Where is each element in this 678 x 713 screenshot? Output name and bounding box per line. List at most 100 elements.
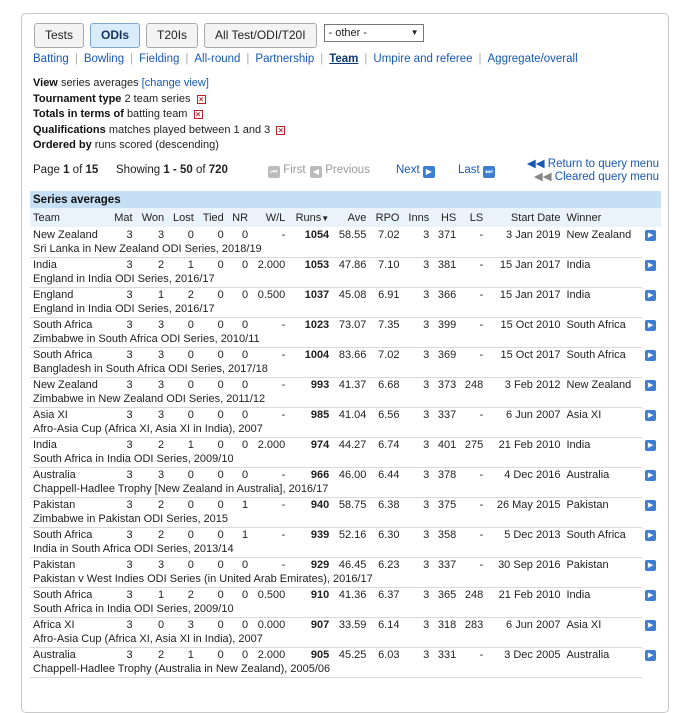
team-link[interactable]: New Zealand [30,227,109,242]
cell-mat: 3 [126,289,133,302]
team-link[interactable]: South Africa [30,347,109,362]
col-wl[interactable]: W/L [251,208,289,227]
cell-winner[interactable]: Asia XI [563,617,642,632]
change-view-link[interactable]: [change view] [142,77,209,89]
nav-all-round[interactable]: All-round [194,53,240,65]
tab-t20is[interactable]: T20Is [146,23,199,48]
col-runs[interactable]: Runs▼ [288,208,333,227]
series-name-link[interactable]: England in India ODI Series, 2016/17 [30,272,643,288]
expand-row-icon[interactable]: ▶ [645,290,657,301]
col-team[interactable]: Team [30,208,109,227]
expand-row-icon[interactable]: ▶ [645,410,657,421]
remove-filter-icon[interactable]: × [193,110,203,119]
col-inns[interactable]: Inns [402,208,433,227]
expand-row-icon[interactable]: ▶ [645,440,657,451]
expand-row-icon[interactable]: ▶ [645,470,657,481]
team-link[interactable]: England [30,287,109,302]
cell-winner[interactable]: South Africa [563,317,642,332]
cell-winner[interactable]: India [563,257,642,272]
team-link[interactable]: Pakistan [30,557,109,572]
cell-winner[interactable]: New Zealand [563,377,642,392]
cell-winner[interactable]: Pakistan [563,497,642,512]
col-lost[interactable]: Lost [167,208,197,227]
cell-winner[interactable]: Australia [563,647,642,662]
nav-umpire-referee[interactable]: Umpire and referee [373,53,472,65]
nav-team[interactable]: Team [329,53,358,65]
cleared-query-link[interactable]: ◀◀ Cleared query menu [527,171,659,184]
cell-nr: 0 [241,349,249,362]
col-ave[interactable]: Ave [332,208,370,227]
expand-row-icon[interactable]: ▶ [645,260,657,271]
team-link[interactable]: Africa XI [30,617,109,632]
return-query-link[interactable]: ◀◀ Return to query menu [527,158,659,171]
nav-bowling[interactable]: Bowling [84,53,124,65]
nav-partnership[interactable]: Partnership [255,53,314,65]
series-name-link[interactable]: Afro-Asia Cup (Africa XI, Asia XI in Ind… [30,422,643,438]
expand-row-icon[interactable]: ▶ [645,320,657,331]
col-mat[interactable]: Mat [108,208,136,227]
expand-row-icon[interactable]: ▶ [645,500,657,511]
cell-ave: 44.27 [338,439,367,452]
series-name-link[interactable]: Afro-Asia Cup (Africa XI, Asia XI in Ind… [30,632,643,648]
expand-row-icon[interactable]: ▶ [645,350,657,361]
expand-row-icon[interactable]: ▶ [645,650,657,661]
expand-row-icon[interactable]: ▶ [645,560,657,571]
cell-winner[interactable]: South Africa [563,347,642,362]
col-nr[interactable]: NR [226,208,252,227]
cell-winner[interactable]: Pakistan [563,557,642,572]
team-link[interactable]: Asia XI [30,407,109,422]
series-name-link[interactable]: Chappell-Hadlee Trophy (Australia in New… [30,662,643,678]
series-name-link[interactable]: Bangladesh in South Africa ODI Series, 2… [30,362,643,378]
team-link[interactable]: New Zealand [30,377,109,392]
series-name-link[interactable]: South Africa in India ODI Series, 2009/1… [30,602,643,618]
expand-row-icon[interactable]: ▶ [645,230,657,241]
nav-aggregate[interactable]: Aggregate/overall [488,53,578,65]
series-name-link[interactable]: South Africa in India ODI Series, 2009/1… [30,452,643,468]
team-link[interactable]: South Africa [30,527,109,542]
team-link[interactable]: South Africa [30,317,109,332]
col-rpo[interactable]: RPO [369,208,403,227]
remove-filter-icon[interactable]: × [196,94,206,104]
cell-inns: 3 [423,319,430,332]
series-name-link[interactable]: India in South Africa ODI Series, 2013/1… [30,542,643,558]
tab-all-formats[interactable]: All Test/ODI/T20I [204,23,317,48]
col-start-date[interactable]: Start Date [486,208,564,227]
cell-winner[interactable]: Australia [563,467,642,482]
team-link[interactable]: Pakistan [30,497,109,512]
col-ls[interactable]: LS [459,208,487,227]
series-name-link[interactable]: Chappell-Hadlee Trophy [New Zealand in A… [30,482,643,498]
expand-row-icon[interactable]: ▶ [645,620,657,631]
series-name-link[interactable]: Zimbabwe in New Zealand ODI Series, 2011… [30,392,643,408]
next-page-button[interactable]: Next ▶ [396,164,435,178]
series-name-link[interactable]: Pakistan v West Indies ODI Series (in Un… [30,572,643,588]
series-name-link[interactable]: Sri Lanka in New Zealand ODI Series, 201… [30,242,643,258]
expand-row-icon[interactable]: ▶ [645,590,657,601]
team-link[interactable]: India [30,257,109,272]
cell-winner[interactable]: India [563,287,642,302]
series-name-link[interactable]: England in India ODI Series, 2016/17 [30,302,643,318]
cell-winner[interactable]: Asia XI [563,407,642,422]
tab-tests[interactable]: Tests [34,23,85,48]
team-link[interactable]: India [30,437,109,452]
team-link[interactable]: Australia [30,467,109,482]
nav-fielding[interactable]: Fielding [139,53,179,65]
other-format-select[interactable]: - other - ▼ [323,24,424,42]
cell-winner[interactable]: India [563,587,642,602]
nav-batting[interactable]: Batting [33,53,69,65]
expand-row-icon[interactable]: ▶ [645,530,657,541]
remove-filter-icon[interactable]: × [276,125,286,135]
series-name-link[interactable]: Zimbabwe in South Africa ODI Series, 201… [30,332,643,348]
team-link[interactable]: Australia [30,647,109,662]
cell-winner[interactable]: India [563,437,642,452]
col-won[interactable]: Won [135,208,168,227]
cell-winner[interactable]: New Zealand [563,227,642,242]
col-hs[interactable]: HS [432,208,460,227]
col-tied[interactable]: Tied [196,208,227,227]
expand-row-icon[interactable]: ▶ [645,380,657,391]
last-page-button[interactable]: Last ⏭ [458,164,495,178]
cell-winner[interactable]: South Africa [563,527,642,542]
team-link[interactable]: South Africa [30,587,109,602]
col-winner[interactable]: Winner [563,208,643,227]
series-name-link[interactable]: Zimbabwe in Pakistan ODI Series, 2015 [30,512,643,528]
tab-odis[interactable]: ODIs [90,23,141,48]
